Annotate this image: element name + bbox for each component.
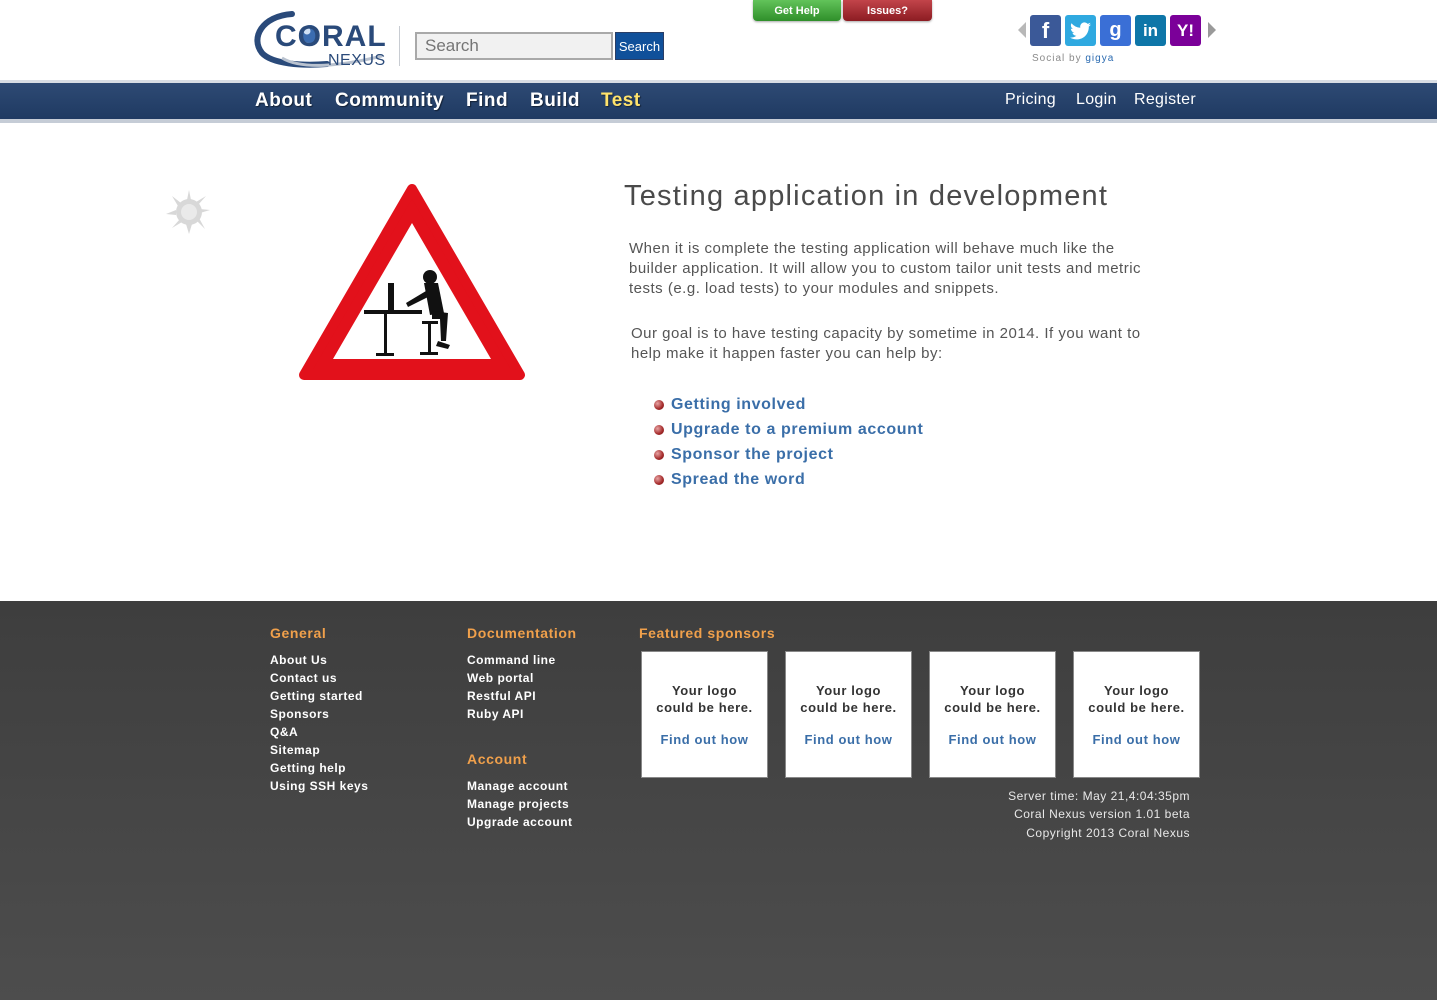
site-header: CORAL NEXUS Search Get Help Issues? f g … bbox=[0, 0, 1437, 80]
google-icon[interactable]: g bbox=[1100, 15, 1131, 46]
social-next-arrow-icon[interactable] bbox=[1208, 22, 1216, 38]
bullet-icon bbox=[654, 449, 664, 460]
sponsor-text-line1: Your logo bbox=[1103, 683, 1170, 698]
sponsor-slot-text: Your logo could be here. bbox=[786, 682, 911, 716]
page-title: Testing application in development bbox=[624, 180, 1109, 212]
footer-link-about-us[interactable]: About Us bbox=[270, 651, 368, 669]
get-help-tab[interactable]: Get Help bbox=[753, 0, 841, 21]
sponsor-text-line2: could be here. bbox=[656, 700, 753, 715]
footer-link-qa[interactable]: Q&A bbox=[270, 723, 368, 741]
goal-paragraph: Our goal is to have testing capacity by … bbox=[631, 325, 1141, 362]
version-info: Coral Nexus version 1.01 beta bbox=[1014, 807, 1190, 821]
linkedin-icon[interactable]: in bbox=[1135, 15, 1166, 46]
footer-general-heading: General bbox=[270, 625, 327, 641]
upgrade-premium-link[interactable]: Upgrade to a premium account bbox=[671, 421, 923, 439]
sponsor-slot-text: Your logo could be here. bbox=[930, 682, 1055, 716]
nav-about[interactable]: About bbox=[255, 90, 312, 112]
bullet-icon bbox=[654, 424, 664, 435]
footer-link-contact[interactable]: Contact us bbox=[270, 669, 368, 687]
bullet-icon bbox=[654, 474, 664, 485]
nav-test[interactable]: Test bbox=[601, 90, 641, 112]
footer-link-sponsors[interactable]: Sponsors bbox=[270, 705, 368, 723]
sponsor-text-line1: Your logo bbox=[671, 683, 738, 698]
nav-bottom-border bbox=[0, 119, 1437, 123]
sponsor-slot-text: Your logo could be here. bbox=[1074, 682, 1199, 716]
spread-word-link[interactable]: Spread the word bbox=[671, 471, 805, 489]
search-button[interactable]: Search bbox=[615, 32, 664, 60]
find-out-how-link[interactable]: Find out how bbox=[1074, 732, 1199, 747]
social-caption: Social by gigya bbox=[1032, 53, 1114, 64]
list-item: Sponsor the project bbox=[654, 442, 923, 467]
logo-divider bbox=[399, 26, 400, 66]
footer-link-upgrade-account[interactable]: Upgrade account bbox=[467, 813, 573, 831]
footer-documentation-list: Command line Web portal Restful API Ruby… bbox=[467, 651, 556, 723]
footer-account-heading: Account bbox=[467, 751, 528, 767]
sponsor-project-link[interactable]: Sponsor the project bbox=[671, 446, 834, 464]
sponsor-slot[interactable]: Your logo could be here. Find out how bbox=[785, 651, 912, 778]
list-item: Spread the word bbox=[654, 467, 923, 492]
facebook-icon[interactable]: f bbox=[1030, 15, 1061, 46]
sponsor-slot-text: Your logo could be here. bbox=[642, 682, 767, 716]
splat-decoration-icon bbox=[166, 190, 210, 234]
footer-link-manage-projects[interactable]: Manage projects bbox=[467, 795, 573, 813]
nav-build[interactable]: Build bbox=[530, 90, 580, 112]
sponsor-text-line1: Your logo bbox=[959, 683, 1026, 698]
find-out-how-link[interactable]: Find out how bbox=[642, 732, 767, 747]
sponsor-slot[interactable]: Your logo could be here. Find out how bbox=[641, 651, 768, 778]
logo-text: CORAL bbox=[275, 20, 387, 53]
bullet-icon bbox=[654, 399, 664, 410]
coral-nexus-logo[interactable]: CORAL NEXUS bbox=[252, 8, 387, 70]
issues-tab[interactable]: Issues? bbox=[843, 0, 932, 21]
main-nav: About Community Find Build Test Pricing … bbox=[0, 83, 1437, 119]
sponsor-slot[interactable]: Your logo could be here. Find out how bbox=[1073, 651, 1200, 778]
list-item: Upgrade to a premium account bbox=[654, 417, 923, 442]
nav-find[interactable]: Find bbox=[466, 90, 508, 112]
footer-link-ruby-api[interactable]: Ruby API bbox=[467, 705, 556, 723]
gigya-link[interactable]: gigya bbox=[1085, 53, 1114, 64]
nav-pricing[interactable]: Pricing bbox=[1005, 91, 1056, 109]
getting-involved-link[interactable]: Getting involved bbox=[671, 396, 806, 414]
footer-link-command-line[interactable]: Command line bbox=[467, 651, 556, 669]
footer-documentation-heading: Documentation bbox=[467, 625, 577, 641]
yahoo-icon[interactable]: Y! bbox=[1170, 15, 1201, 46]
search-input[interactable] bbox=[415, 32, 613, 60]
logo-subtext: NEXUS bbox=[328, 52, 386, 69]
twitter-icon[interactable] bbox=[1065, 15, 1096, 46]
server-time: Server time: May 21,4:04:35pm bbox=[1008, 789, 1190, 803]
footer-link-sitemap[interactable]: Sitemap bbox=[270, 741, 368, 759]
footer-link-getting-started[interactable]: Getting started bbox=[270, 687, 368, 705]
list-item: Getting involved bbox=[654, 392, 923, 417]
footer-link-ssh-keys[interactable]: Using SSH keys bbox=[270, 777, 368, 795]
find-out-how-link[interactable]: Find out how bbox=[930, 732, 1055, 747]
find-out-how-link[interactable]: Find out how bbox=[786, 732, 911, 747]
sponsor-text-line2: could be here. bbox=[800, 700, 897, 715]
footer-link-getting-help[interactable]: Getting help bbox=[270, 759, 368, 777]
footer-link-web-portal[interactable]: Web portal bbox=[467, 669, 556, 687]
social-caption-prefix: Social by bbox=[1032, 53, 1082, 64]
twitter-bird-icon bbox=[1069, 21, 1091, 39]
sponsor-text-line2: could be here. bbox=[1088, 700, 1185, 715]
footer-link-manage-account[interactable]: Manage account bbox=[467, 777, 573, 795]
social-prev-arrow-icon[interactable] bbox=[1018, 22, 1026, 38]
nav-community[interactable]: Community bbox=[335, 90, 444, 112]
intro-paragraph: When it is complete the testing applicat… bbox=[629, 240, 1142, 297]
sponsor-slot[interactable]: Your logo could be here. Find out how bbox=[929, 651, 1056, 778]
sponsor-text-line1: Your logo bbox=[815, 683, 882, 698]
footer-general-list: About Us Contact us Getting started Spon… bbox=[270, 651, 368, 795]
help-options-list: Getting involved Upgrade to a premium ac… bbox=[654, 392, 923, 492]
nav-login[interactable]: Login bbox=[1076, 91, 1117, 109]
copyright: Copyright 2013 Coral Nexus bbox=[1026, 826, 1190, 840]
footer-link-restful-api[interactable]: Restful API bbox=[467, 687, 556, 705]
footer-account-list: Manage account Manage projects Upgrade a… bbox=[467, 777, 573, 831]
warning-sign-icon bbox=[299, 184, 525, 380]
footer-sponsors-heading: Featured sponsors bbox=[639, 625, 776, 641]
sponsor-text-line2: could be here. bbox=[944, 700, 1041, 715]
nav-register[interactable]: Register bbox=[1134, 91, 1196, 109]
